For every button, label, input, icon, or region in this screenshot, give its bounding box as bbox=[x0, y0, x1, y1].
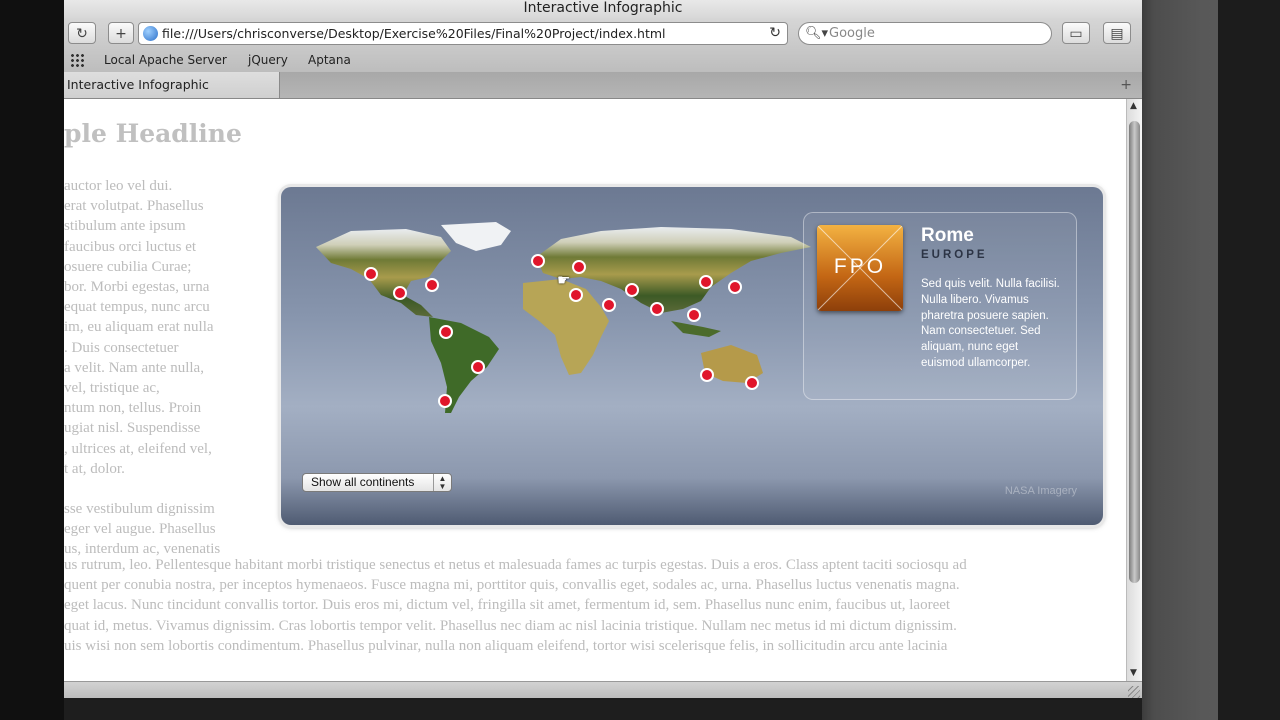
address-bar[interactable]: file:///Users/chrisconverse/Desktop/Exer… bbox=[138, 22, 788, 45]
search-icon: 🔍︎▾ bbox=[805, 26, 829, 41]
text-line: erat volutpat. Phasellus bbox=[64, 198, 204, 215]
new-tab-icon[interactable]: + bbox=[1120, 72, 1132, 98]
map-marker[interactable] bbox=[699, 275, 713, 289]
text-line: quat id, metus. Vivamus dignissim. Cras … bbox=[64, 617, 957, 634]
text-line: ugiat nisl. Suspendisse bbox=[64, 420, 201, 437]
map-marker[interactable] bbox=[393, 286, 407, 300]
text-line: faucibus orci luctus et bbox=[64, 238, 197, 255]
page-headline: ple Headline bbox=[64, 119, 242, 148]
thumb-label: FPO bbox=[833, 255, 887, 278]
status-bar bbox=[64, 681, 1142, 698]
text-line: quent per conubia nostra, per inceptos h… bbox=[64, 577, 960, 594]
africa-shape bbox=[523, 279, 609, 375]
location-thumbnail: FPO bbox=[817, 225, 903, 311]
select-label: Show all continents bbox=[311, 475, 415, 489]
bookmark-item[interactable]: Aptana bbox=[308, 50, 351, 70]
refresh-icon[interactable]: ↻ bbox=[769, 23, 781, 44]
scroll-down-icon[interactable]: ▼ bbox=[1130, 668, 1137, 678]
map-marker[interactable] bbox=[572, 260, 586, 274]
tab-interactive-infographic[interactable]: Interactive Infographic bbox=[64, 72, 280, 98]
text-line: im, eu aliquam erat nulla bbox=[64, 319, 214, 336]
map-marker[interactable] bbox=[602, 298, 616, 312]
text-line: osuere cubilia Curae; bbox=[64, 258, 192, 275]
map-marker[interactable] bbox=[745, 376, 759, 390]
reload-icon[interactable]: ↻ bbox=[68, 22, 96, 44]
tab-bar: Interactive Infographic + bbox=[64, 72, 1142, 99]
scrollbar-thumb[interactable] bbox=[1129, 121, 1140, 583]
infographic-panel: FPO Rome EUROPE Sed quis velit. Nulla fa… bbox=[281, 187, 1103, 525]
bookmark-item[interactable]: jQuery bbox=[248, 50, 288, 70]
location-info-panel: FPO Rome EUROPE Sed quis velit. Nulla fa… bbox=[803, 212, 1077, 400]
address-text: file:///Users/chrisconverse/Desktop/Exer… bbox=[162, 26, 666, 41]
greenland-shape bbox=[441, 222, 511, 251]
map-marker[interactable] bbox=[700, 368, 714, 382]
text-line: stibulum ante ipsum bbox=[64, 218, 186, 235]
text-line: auctor leo vel dui. bbox=[64, 178, 173, 194]
select-arrows-icon: ▲ ▼ bbox=[433, 474, 451, 491]
text-line: bor. Morbi egestas, urna bbox=[64, 279, 210, 296]
vertical-scrollbar[interactable]: ▲ ▼ bbox=[1126, 99, 1142, 681]
text-line: vel, tristique ac, bbox=[64, 380, 160, 397]
text-line: sse vestibulum dignissim bbox=[64, 501, 215, 518]
hand-cursor-icon: ☛ bbox=[557, 271, 571, 289]
page-content: ple Headline auctor leo vel dui. erat vo… bbox=[64, 99, 1126, 681]
map-marker[interactable] bbox=[625, 283, 639, 297]
text-line: us rutrum, leo. Pellentesque habitant mo… bbox=[64, 557, 967, 573]
bookmarks-bar: Local Apache Server jQuery Aptana bbox=[64, 50, 1142, 70]
map-marker[interactable] bbox=[439, 325, 453, 339]
browser-window: Interactive Infographic ↻ + file:///User… bbox=[64, 0, 1142, 698]
resize-grip-icon[interactable] bbox=[1128, 686, 1140, 698]
imagery-credit: NASA Imagery bbox=[1004, 485, 1077, 497]
text-line bbox=[64, 479, 242, 499]
scroll-up-icon[interactable]: ▲ bbox=[1130, 101, 1137, 111]
text-line: uis wisi non sem lobortis condimentum. P… bbox=[64, 637, 948, 654]
map-marker[interactable] bbox=[728, 280, 742, 294]
text-line: equat tempus, nunc arcu bbox=[64, 299, 210, 316]
text-line: a velit. Nam ante nulla, bbox=[64, 359, 204, 376]
text-line: ntum non, tellus. Proin bbox=[64, 400, 202, 417]
map-marker[interactable] bbox=[569, 288, 583, 302]
map-marker[interactable] bbox=[425, 278, 439, 292]
bookmark-item[interactable]: Local Apache Server bbox=[104, 50, 227, 70]
city-description: Sed quis velit. Nulla facilisi. Nulla li… bbox=[921, 278, 1060, 369]
map-marker[interactable] bbox=[531, 254, 545, 268]
map-marker[interactable] bbox=[438, 394, 452, 408]
map-marker[interactable] bbox=[650, 302, 664, 316]
region-name: EUROPE bbox=[921, 249, 988, 261]
city-name: Rome bbox=[921, 225, 974, 246]
toolbar: ↻ + file:///Users/chrisconverse/Desktop/… bbox=[64, 18, 1142, 72]
search-field[interactable]: 🔍︎▾ Google bbox=[798, 22, 1052, 45]
desktop-left bbox=[0, 0, 64, 720]
world-map bbox=[316, 222, 811, 413]
top-sites-icon[interactable] bbox=[70, 53, 86, 67]
page-menu-icon[interactable]: ▭ bbox=[1062, 22, 1090, 44]
text-line: , ultrices at, eleifend vel, bbox=[64, 440, 212, 457]
globe-icon bbox=[143, 26, 158, 41]
text-line: eger vel augue. Phasellus bbox=[64, 521, 216, 538]
islands-shape bbox=[671, 321, 721, 337]
text-line: eget lacus. Nunc tincidunt convallis tor… bbox=[64, 597, 951, 614]
side-paragraph: auctor leo vel dui. erat volutpat. Phase… bbox=[64, 176, 242, 560]
text-line: t at, dolor. bbox=[64, 460, 125, 477]
map-marker[interactable] bbox=[471, 360, 485, 374]
text-line: . Duis consectetuer bbox=[64, 339, 179, 356]
bottom-paragraph: us rutrum, leo. Pellentesque habitant mo… bbox=[64, 555, 1126, 656]
map-marker[interactable] bbox=[687, 308, 701, 322]
settings-menu-icon[interactable]: ▤ bbox=[1103, 22, 1131, 44]
window-title: Interactive Infographic bbox=[64, 0, 1142, 18]
search-placeholder: Google bbox=[829, 26, 875, 41]
add-bookmark-button[interactable]: + bbox=[108, 22, 134, 44]
desktop-right-dark bbox=[1218, 0, 1280, 720]
north-america-shape bbox=[316, 229, 451, 317]
continent-select[interactable]: Show all continents ▲ ▼ bbox=[302, 473, 452, 492]
map-marker[interactable] bbox=[364, 267, 378, 281]
